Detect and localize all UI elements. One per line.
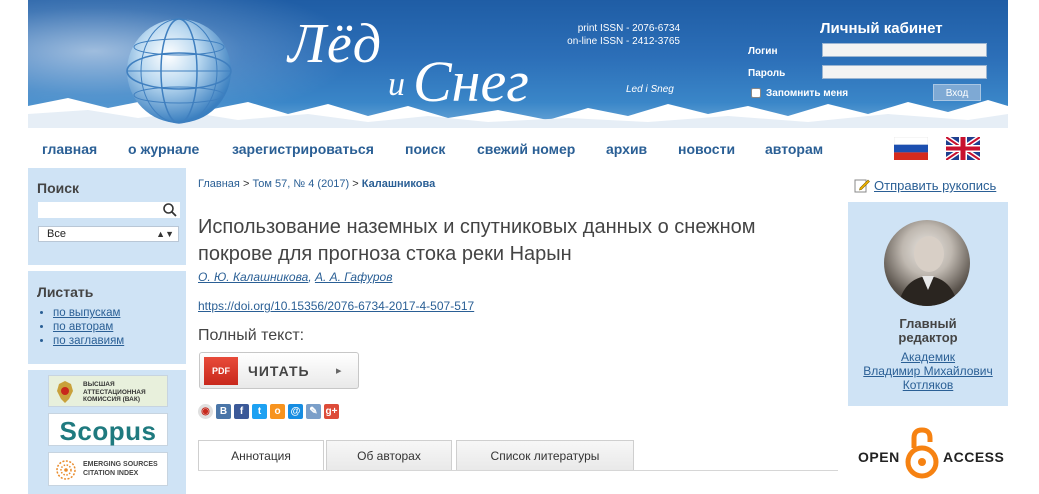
share-mail-icon[interactable]: @ [288, 404, 303, 419]
breadcrumb-issue[interactable]: Том 57, № 4 (2017) [252, 178, 349, 190]
share-collect-icon[interactable]: ◉ [198, 404, 213, 419]
author-link[interactable]: А. А. Гафуров [315, 270, 393, 284]
logo-i: и [388, 66, 405, 103]
nav-archive[interactable]: архив [606, 141, 647, 157]
nav-current-issue[interactable]: свежий номер [477, 141, 575, 157]
left-sidebar: Поиск Все ▲▼ Листать по выпускам по авто… [28, 168, 186, 494]
remember-checkbox[interactable] [751, 88, 761, 98]
open-access-badge[interactable]: OPEN ACCESS [848, 414, 1008, 494]
share-odnoklassniki-icon[interactable]: o [270, 404, 285, 419]
login-input[interactable] [822, 43, 987, 57]
select-arrows-icon: ▲▼ [156, 229, 174, 239]
breadcrumb-sep: > [242, 178, 250, 190]
globe-logo-icon [126, 18, 232, 124]
breadcrumb: Главная > Том 57, № 4 (2017) > Калашнико… [198, 178, 435, 190]
browse-title: Листать [37, 284, 94, 300]
open-access-lock-icon [905, 427, 939, 479]
browse-item[interactable]: по авторам [53, 320, 124, 334]
search-title: Поиск [37, 180, 80, 196]
login-button[interactable]: Вход [933, 84, 981, 101]
scopus-badge[interactable]: Scopus [48, 413, 168, 446]
nav-about[interactable]: о журнале [128, 141, 199, 157]
nav-search[interactable]: поиск [405, 141, 445, 157]
editor-title: Главный редактор [898, 316, 958, 345]
oa-access-text: ACCESS [943, 449, 1005, 465]
share-twitter-icon[interactable]: t [252, 404, 267, 419]
editor-photo [884, 220, 970, 306]
password-label: Пароль [748, 68, 786, 79]
breadcrumb-sep: > [352, 178, 359, 190]
esci-icon [56, 460, 76, 480]
fulltext-label: Полный текст: [198, 327, 305, 344]
oa-open-text: OPEN [858, 449, 900, 465]
cabinet-title: Личный кабинет [820, 20, 943, 37]
doi-link[interactable]: https://doi.org/10.15356/2076-6734-2017-… [198, 299, 474, 313]
tab-references[interactable]: Список литературы [456, 440, 634, 470]
breadcrumb-home[interactable]: Главная [198, 178, 240, 190]
select-value: Все [47, 228, 66, 240]
main-nav: главная о журнале зарегистрироваться пои… [28, 128, 1008, 168]
coat-of-arms-icon [57, 381, 73, 403]
logo-sneg: Снег [413, 49, 529, 114]
author-link[interactable]: О. Ю. Калашникова [198, 270, 308, 284]
tab-abstract[interactable]: Аннотация [198, 440, 324, 471]
nav-authors[interactable]: авторам [765, 141, 823, 157]
browse-list: по выпускам по авторам по заглавиям [53, 306, 124, 348]
editor-name-link[interactable]: Академик Владимир Михайлович Котляков [848, 350, 1008, 392]
issn-block: print ISSN - 2076-6734 on-line ISSN - 24… [560, 22, 680, 48]
read-label: ЧИТАТЬ [248, 363, 310, 379]
right-divider [848, 406, 1008, 414]
breadcrumb-current: Калашникова [361, 178, 436, 190]
header-banner: Лёд и Снег print ISSN - 2076-6734 on-lin… [28, 0, 1008, 128]
share-facebook-icon[interactable]: f [234, 404, 249, 419]
person-icon [898, 236, 958, 306]
tab-about-authors[interactable]: Об авторах [326, 440, 452, 470]
issn-online: on-line ISSN - 2412-3765 [567, 36, 680, 47]
nav-register[interactable]: зарегистрироваться [232, 141, 374, 157]
logo-led: Лёд [288, 13, 383, 75]
left-divider [28, 265, 186, 271]
password-input[interactable] [822, 65, 987, 79]
chevron-right-icon: ▸ [336, 365, 342, 377]
edit-icon [854, 179, 870, 193]
login-label: Логин [748, 46, 778, 57]
share-vk-icon[interactable]: B [216, 404, 231, 419]
nav-news[interactable]: новости [678, 141, 735, 157]
pdf-icon: PDF [204, 357, 238, 385]
browse-item[interactable]: по выпускам [53, 306, 124, 320]
share-gplus-icon[interactable]: g+ [324, 404, 339, 419]
nav-home[interactable]: главная [42, 141, 97, 157]
journal-subtitle: Led i Sneg [626, 84, 674, 95]
esci-text: EMERGING SOURCES CITATION INDEX [83, 461, 158, 477]
browse-item[interactable]: по заглавиям [53, 334, 124, 348]
search-scope-select[interactable]: Все ▲▼ [38, 226, 179, 242]
flag-ru-icon[interactable] [894, 137, 928, 160]
search-icon[interactable] [162, 202, 178, 218]
read-pdf-button[interactable]: PDF ЧИТАТЬ ▸ [199, 352, 359, 389]
remember-label: Запомнить меня [766, 88, 849, 99]
scopus-text: Scopus [59, 416, 157, 446]
share-livejournal-icon[interactable]: ✎ [306, 404, 321, 419]
search-input[interactable] [38, 202, 180, 218]
submit-manuscript-link[interactable]: Отправить рукопись [874, 178, 996, 193]
tab-content-area [198, 470, 838, 494]
issn-print: print ISSN - 2076-6734 [577, 23, 680, 34]
vak-text: ВЫСШАЯ АТТЕСТАЦИОННАЯ КОМИССИЯ (ВАК) [83, 381, 146, 403]
vak-badge[interactable]: ВЫСШАЯ АТТЕСТАЦИОННАЯ КОМИССИЯ (ВАК) [48, 375, 168, 407]
esci-badge[interactable]: EMERGING SOURCES CITATION INDEX [48, 452, 168, 486]
flag-uk-icon[interactable] [946, 137, 980, 160]
left-divider-2 [28, 364, 186, 370]
submit-manuscript-row[interactable]: Отправить рукопись [848, 168, 1008, 202]
article-title: Использование наземных и спутниковых дан… [198, 216, 756, 265]
article-authors: О. Ю. Калашникова, А. А. Гафуров [198, 270, 393, 284]
share-bar: ◉ B f t o @ ✎ g+ [198, 404, 339, 420]
right-sidebar: Главный редактор Академик Владимир Михай… [848, 168, 1008, 494]
